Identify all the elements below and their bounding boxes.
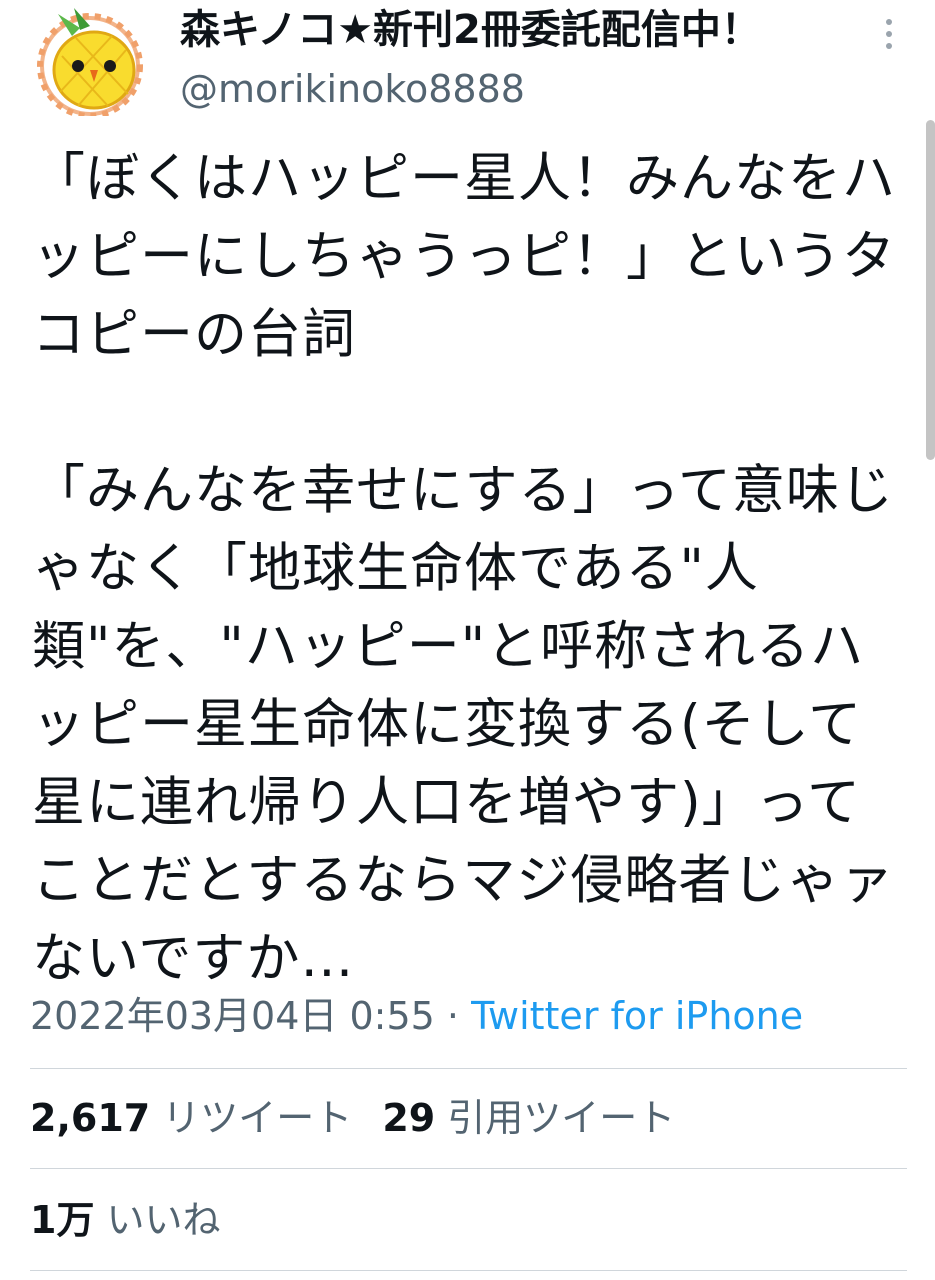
divider bbox=[30, 1168, 907, 1169]
user-handle[interactable]: @morikinoko8888 bbox=[180, 66, 525, 112]
likes-label: いいね bbox=[106, 1198, 221, 1242]
tweet-text: 「ぼくはハッピー星人！みんなをハッピーにしちゃうっピ！」というタコピーの台詞 「… bbox=[32, 148, 896, 989]
likes-stats-row: 1万 いいね bbox=[30, 1196, 221, 1244]
retweets-count: 2,617 bbox=[30, 1096, 151, 1140]
tweet-meta: 2022年03月04日 0:55 · Twitter for iPhone bbox=[30, 992, 803, 1040]
quotes-stat[interactable]: 29 引用ツイート bbox=[382, 1096, 675, 1140]
meta-separator: · bbox=[434, 994, 472, 1038]
tweet-date[interactable]: 2022年03月04日 0:55 bbox=[30, 994, 435, 1038]
tweet-source-link[interactable]: Twitter for iPhone bbox=[471, 994, 803, 1038]
display-name[interactable]: 森キノコ★新刊2冊委託配信中！ bbox=[180, 6, 761, 54]
divider bbox=[30, 1270, 907, 1271]
retweet-stats-row: 2,617 リツイート 29 引用ツイート bbox=[30, 1094, 675, 1142]
retweets-stat[interactable]: 2,617 リツイート bbox=[30, 1096, 352, 1140]
quotes-label: 引用ツイート bbox=[447, 1096, 676, 1140]
scrollbar[interactable] bbox=[926, 120, 935, 460]
divider bbox=[30, 1068, 907, 1069]
likes-stat[interactable]: 1万 いいね bbox=[30, 1198, 221, 1242]
pineapple-bird-icon bbox=[37, 8, 143, 119]
quotes-count: 29 bbox=[382, 1096, 436, 1140]
likes-count: 1万 bbox=[30, 1198, 95, 1242]
avatar[interactable] bbox=[28, 6, 152, 119]
more-options-icon[interactable] bbox=[872, 14, 906, 54]
retweets-label: リツイート bbox=[162, 1096, 353, 1140]
